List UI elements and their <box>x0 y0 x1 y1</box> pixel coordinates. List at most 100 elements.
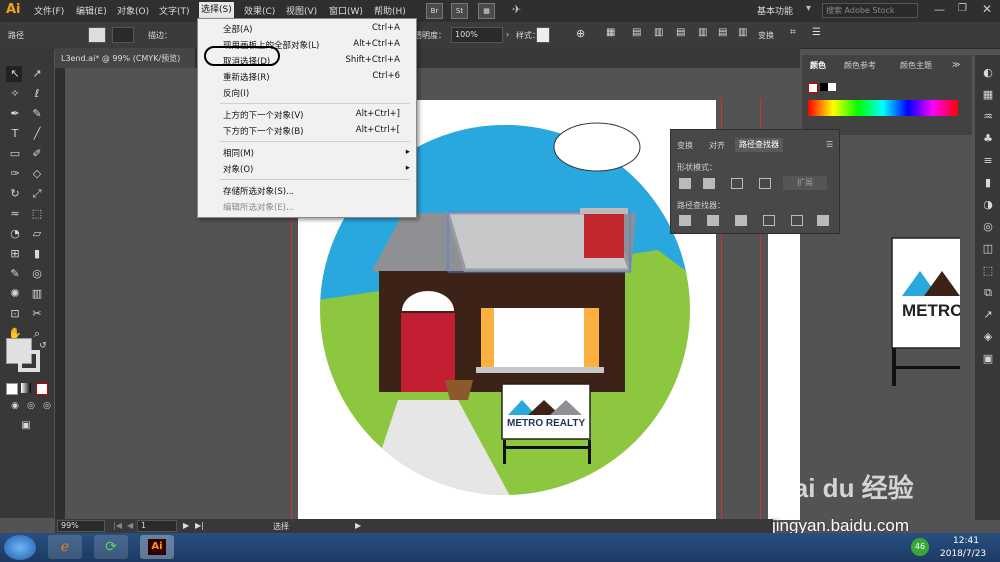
status-arrow-icon[interactable]: ▶ <box>355 521 361 530</box>
stock-button[interactable]: St <box>451 3 468 19</box>
selection-tool-icon[interactable]: ↖ <box>6 66 24 82</box>
vertical-ruler[interactable] <box>55 68 65 520</box>
isolate-icon[interactable]: ⌗ <box>790 27 796 38</box>
artboards-panel-icon[interactable]: ▣ <box>979 351 997 367</box>
ie-taskbar-icon[interactable]: ℯ <box>48 535 82 559</box>
menu-select[interactable]: 选择(S) <box>199 2 234 18</box>
gradient-panel-icon[interactable]: ▮ <box>979 175 997 191</box>
gpu-icon[interactable]: ✈ <box>512 3 521 16</box>
align-bottom-icon[interactable]: ▥ <box>738 27 747 38</box>
secondary-sign[interactable]: METRO <box>890 236 960 386</box>
last-artboard-icon[interactable]: ▶| <box>195 521 204 530</box>
width-tool-icon[interactable]: ≈ <box>6 206 24 222</box>
column-graph-tool-icon[interactable]: ▥ <box>28 286 46 302</box>
shaper-tool-icon[interactable]: ✑ <box>6 166 24 182</box>
crop-icon[interactable] <box>763 215 775 226</box>
eyedropper-tool-icon[interactable]: ✎ <box>6 266 24 282</box>
gradient-tool-icon[interactable]: ▮ <box>28 246 46 262</box>
perspective-tool-icon[interactable]: ▱ <box>28 226 46 242</box>
artboard-tool-icon[interactable]: ⊡ <box>6 306 24 322</box>
transform-link[interactable]: 变换 <box>758 30 774 41</box>
stock-search-input[interactable]: 搜索 Adobe Stock <box>822 3 918 18</box>
magic-wand-tool-icon[interactable]: ✧ <box>6 86 24 102</box>
start-button[interactable] <box>4 535 36 560</box>
align-left-icon[interactable]: ▤ <box>632 27 641 38</box>
slice-tool-icon[interactable]: ✂ <box>28 306 46 322</box>
direct-selection-tool-icon[interactable]: ↗ <box>28 66 46 82</box>
color-spectrum[interactable] <box>808 100 958 116</box>
tray-badge[interactable]: 46 <box>911 538 929 556</box>
menu-object[interactable]: 对象(O) <box>117 4 149 17</box>
black-swatch[interactable] <box>820 83 828 91</box>
opacity-arrow-icon[interactable]: › <box>506 30 509 39</box>
line-tool-icon[interactable]: ╱ <box>28 126 46 142</box>
merge-icon[interactable] <box>735 215 747 226</box>
tab-align[interactable]: 对齐 <box>709 140 725 151</box>
appearance-panel-icon[interactable]: ◎ <box>979 219 997 235</box>
rectangle-tool-icon[interactable]: ▭ <box>6 146 24 162</box>
white-swatch[interactable] <box>828 83 836 91</box>
artboard-number-input[interactable]: 1 <box>137 520 177 532</box>
pathfinder-panel-icon[interactable]: ⧉ <box>979 285 997 301</box>
minus-back-icon[interactable] <box>817 215 829 226</box>
tab-transform[interactable]: 变换 <box>677 140 693 151</box>
free-transform-tool-icon[interactable]: ⬚ <box>28 206 46 222</box>
zoom-input[interactable]: 99% <box>57 520 105 532</box>
opacity-input[interactable]: 100% <box>451 27 503 43</box>
document-tab[interactable]: L3end.ai* @ 99% (CMYK/预览) <box>55 48 196 68</box>
transparency-panel-icon[interactable]: ◑ <box>979 197 997 213</box>
refresh-taskbar-icon[interactable]: ⟳ <box>94 535 128 559</box>
draw-inside-icon[interactable]: ◎ <box>38 398 56 414</box>
menu-item-object[interactable]: 对象(O) ▸ <box>198 162 416 176</box>
menu-item-select-all[interactable]: 全部(A) Ctrl+A <box>198 22 416 36</box>
menu-edit[interactable]: 编辑(E) <box>76 4 107 17</box>
brushes-panel-icon[interactable]: ♒ <box>979 109 997 125</box>
menu-view[interactable]: 视图(V) <box>286 4 317 17</box>
symbols-panel-icon[interactable]: ♣ <box>979 131 997 147</box>
none-mode-icon[interactable] <box>36 383 48 395</box>
arrange-icon[interactable]: ▦ <box>478 3 495 19</box>
close-button[interactable]: ✕ <box>982 2 992 16</box>
rotate-tool-icon[interactable]: ↻ <box>6 186 24 202</box>
prev-artboard-icon[interactable]: ◀ <box>127 521 133 530</box>
stroke-swatch[interactable] <box>112 27 134 43</box>
unite-icon[interactable] <box>679 178 691 189</box>
maximize-button[interactable]: ❐ <box>958 3 967 14</box>
color-panel-icon[interactable]: ◐ <box>979 65 997 81</box>
shape-builder-tool-icon[interactable]: ◔ <box>6 226 24 242</box>
menu-item-reselect[interactable]: 重新选择(R) Ctrl+6 <box>198 70 416 84</box>
stroke-panel-icon[interactable]: ≡ <box>979 153 997 169</box>
next-artboard-icon[interactable]: ▶ <box>183 521 189 530</box>
style-swatch[interactable] <box>536 27 550 43</box>
blend-tool-icon[interactable]: ◎ <box>28 266 46 282</box>
eraser-tool-icon[interactable]: ◇ <box>28 166 46 182</box>
align-grid-icon[interactable]: ▦ <box>606 27 615 38</box>
workspace-switcher[interactable]: 基本功能 <box>757 4 793 17</box>
fill-swatch[interactable] <box>88 27 106 43</box>
expand-button[interactable]: 扩展 <box>783 176 827 190</box>
align-middle-icon[interactable]: ▤ <box>718 27 727 38</box>
menu-item-next-above[interactable]: 上方的下一个对象(V) Alt+Ctrl+] <box>198 108 416 122</box>
tab-color-themes[interactable]: 颜色主题 <box>900 60 932 71</box>
minus-front-icon[interactable] <box>703 178 715 189</box>
tab-color-guide[interactable]: 颜色参考 <box>844 60 876 71</box>
pen-tool-icon[interactable]: ✒ <box>6 106 24 122</box>
menu-icon[interactable]: ☰ <box>812 27 821 38</box>
swap-colors-icon[interactable]: ↺ <box>34 338 52 354</box>
bridge-button[interactable]: Br <box>426 3 443 19</box>
transform-panel-icon[interactable]: ⬚ <box>979 263 997 279</box>
menu-file[interactable]: 文件(F) <box>34 4 64 17</box>
menu-effect[interactable]: 效果(C) <box>244 4 275 17</box>
divide-icon[interactable] <box>679 215 691 226</box>
menu-item-save-selection[interactable]: 存储所选对象(S)... <box>198 184 416 198</box>
align-top-icon[interactable]: ▥ <box>698 27 707 38</box>
recolor-icon[interactable]: ⊕ <box>576 27 585 40</box>
menu-type[interactable]: 文字(T) <box>159 4 190 17</box>
panel-menu-icon[interactable]: ≫ <box>952 60 960 69</box>
curvature-tool-icon[interactable]: ✎ <box>28 106 46 122</box>
screen-mode-icon[interactable]: ▣ <box>17 418 35 434</box>
trim-icon[interactable] <box>707 215 719 226</box>
exclude-icon[interactable] <box>759 178 771 189</box>
layers-panel-icon[interactable]: ◈ <box>979 329 997 345</box>
menu-item-same[interactable]: 相同(M) ▸ <box>198 146 416 160</box>
